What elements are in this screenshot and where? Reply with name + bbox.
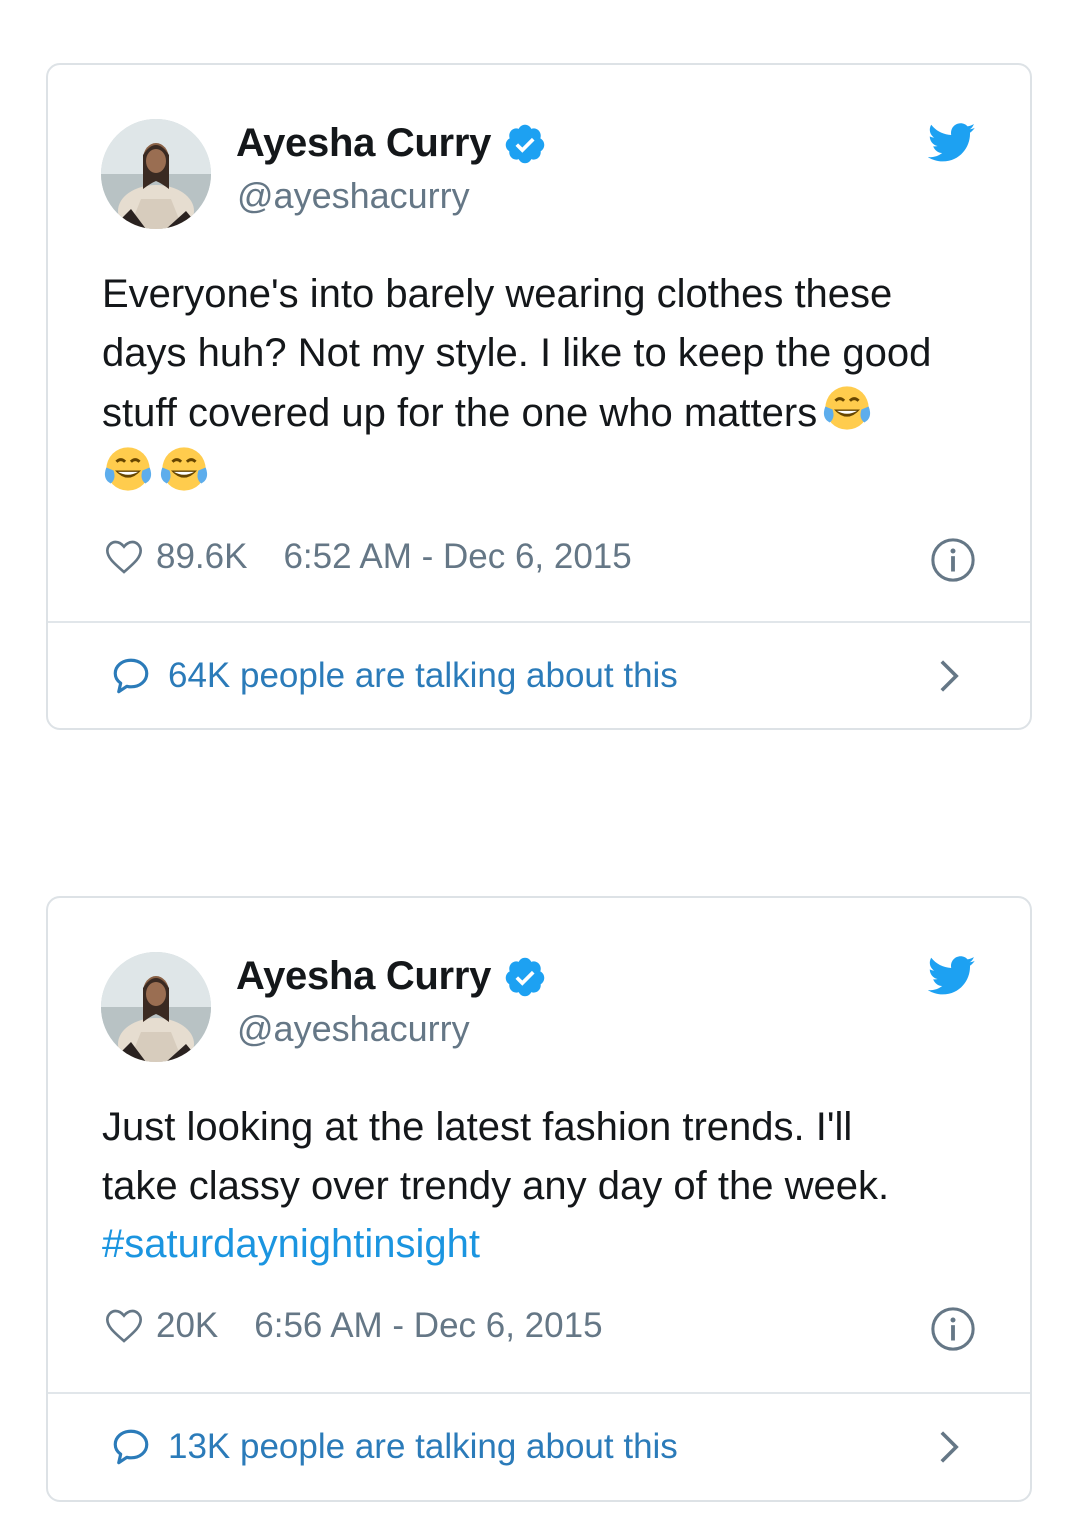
avatar[interactable]: [101, 119, 211, 229]
tweet-text-line: take classy over trendy any day of the w…: [102, 1163, 890, 1208]
twitter-bird-icon[interactable]: [928, 956, 976, 996]
verified-badge-icon: [503, 122, 547, 166]
chevron-right-icon[interactable]: [938, 658, 960, 694]
author-handle[interactable]: @ayeshacurry: [237, 175, 470, 217]
conversation-label[interactable]: 64K people are talking about this: [168, 656, 678, 696]
heart-icon[interactable]: [104, 1306, 144, 1346]
conversation-label[interactable]: 13K people are talking about this: [168, 1427, 678, 1467]
tears-of-joy-emoji-icon: [104, 446, 152, 491]
tweet-text-line: stuff covered up for the one who matters: [102, 382, 982, 443]
tears-of-joy-emoji-icon: [160, 446, 208, 491]
chevron-right-icon[interactable]: [938, 1429, 960, 1465]
tweet-text-line: days huh? Not my style. I like to keep t…: [102, 330, 932, 375]
heart-icon[interactable]: [104, 537, 144, 577]
tweet-text: Everyone's into barely wearing clothes t…: [102, 265, 982, 503]
author-name[interactable]: Ayesha Curry: [236, 954, 491, 999]
tweet-timestamp[interactable]: 6:52 AM - Dec 6, 2015: [283, 537, 631, 577]
tears-of-joy-emoji-icon: [824, 386, 871, 430]
info-icon[interactable]: [930, 1306, 976, 1352]
hashtag-link[interactable]: #saturdaynightinsight: [102, 1215, 982, 1274]
tweet-meta: 89.6K 6:52 AM - Dec 6, 2015: [104, 537, 632, 577]
verified-badge-icon: [503, 955, 547, 999]
avatar[interactable]: [101, 952, 211, 1062]
tweet-timestamp[interactable]: 6:56 AM - Dec 6, 2015: [254, 1306, 602, 1346]
twitter-bird-icon[interactable]: [928, 123, 976, 163]
speech-bubble-icon: [113, 658, 149, 693]
tweet-card[interactable]: Ayesha Curry @ayeshacurry Just looking a…: [46, 896, 1032, 1502]
tweet-text-line: [102, 443, 982, 504]
conversation-link[interactable]: 64K people are talking about this: [48, 623, 1030, 728]
info-icon[interactable]: [930, 537, 976, 583]
tweet-meta: 20K 6:56 AM - Dec 6, 2015: [104, 1306, 603, 1346]
like-count[interactable]: 89.6K: [156, 537, 247, 577]
speech-bubble-icon: [113, 1429, 149, 1465]
tweet-text-line: Everyone's into barely wearing clothes t…: [102, 272, 893, 316]
like-count[interactable]: 20K: [156, 1306, 218, 1346]
tweet-card[interactable]: Ayesha Curry @ayeshacurry Everyone's int…: [46, 63, 1032, 730]
tweet-text-line: Just looking at the latest fashion trend…: [102, 1105, 853, 1149]
tweet-text: Just looking at the latest fashion trend…: [102, 1098, 982, 1274]
author-handle[interactable]: @ayeshacurry: [237, 1008, 470, 1050]
author-name[interactable]: Ayesha Curry: [236, 121, 491, 166]
conversation-link[interactable]: 13K people are talking about this: [48, 1394, 1030, 1500]
